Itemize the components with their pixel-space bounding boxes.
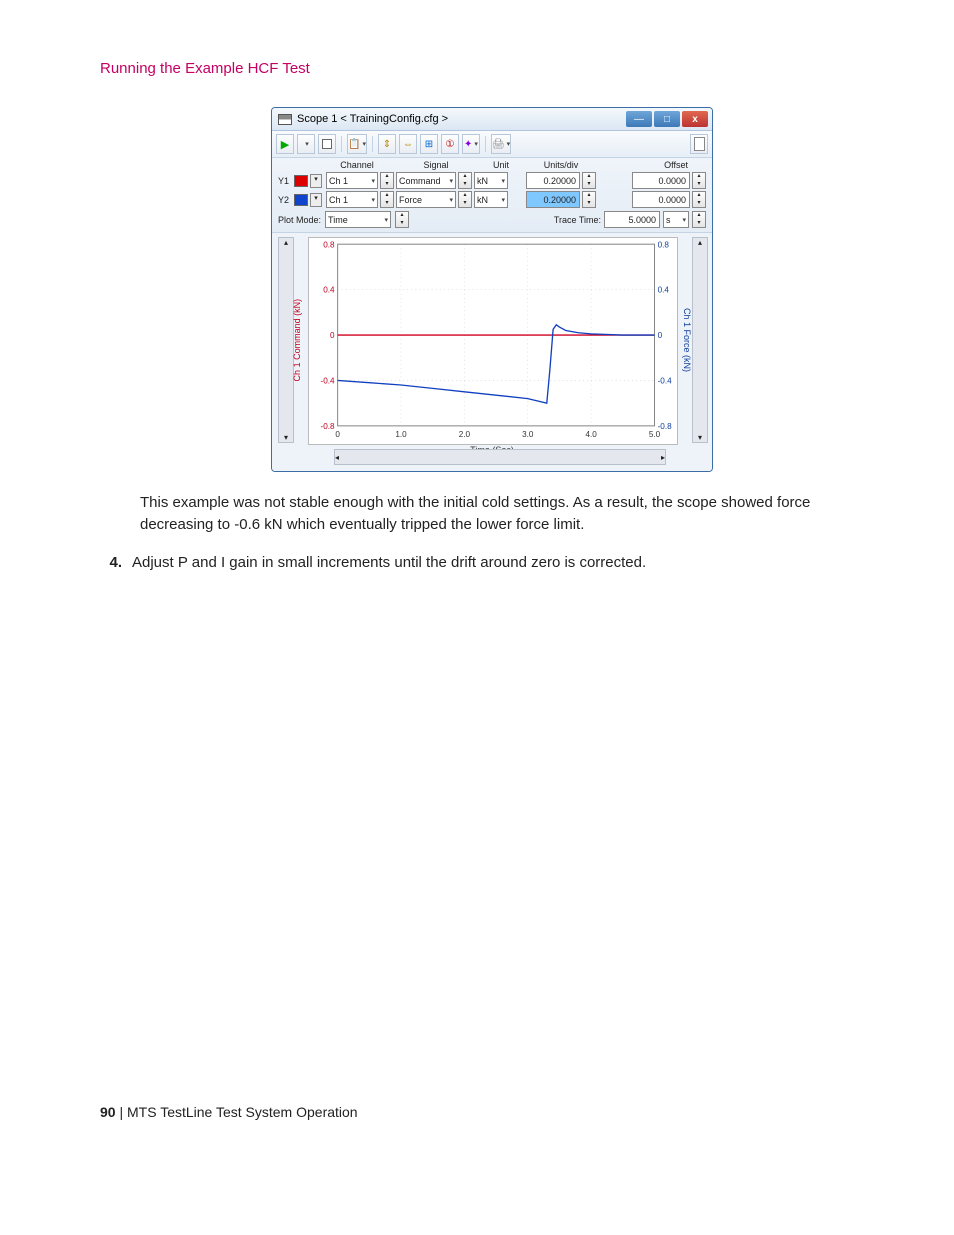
step-4-number: 4. (100, 554, 122, 571)
svg-text:0.8: 0.8 (658, 240, 670, 249)
minimize-button[interactable]: — (626, 111, 652, 127)
y1-offset-spinner[interactable]: ▴▾ (692, 172, 706, 189)
cursor-dropdown[interactable]: ✦ (462, 134, 480, 154)
svg-text:0: 0 (335, 430, 340, 439)
svg-text:3.0: 3.0 (522, 430, 534, 439)
plotmode-select[interactable]: Time (325, 211, 391, 228)
hdr-unitsdiv: Units/div (526, 160, 596, 170)
zoom-reset-icon[interactable]: ① (441, 134, 459, 154)
y2-signal-select[interactable]: Force (396, 191, 456, 208)
section-header: Running the Example HCF Test (100, 60, 884, 77)
y2-unitsdiv-spinner[interactable]: ▴▾ (582, 191, 596, 208)
step-4-text: Adjust P and I gain in small increments … (132, 554, 646, 571)
svg-text:5.0: 5.0 (649, 430, 661, 439)
y2-channel-select[interactable]: Ch 1 (326, 191, 378, 208)
svg-text:4.0: 4.0 (585, 430, 597, 439)
zoom-x-icon[interactable]: ⇔ (399, 134, 417, 154)
y1-color-dropdown[interactable]: ▾ (310, 174, 322, 188)
hdr-offset: Offset (596, 160, 706, 170)
stop-button[interactable] (318, 134, 336, 154)
hdr-channel: Channel (318, 160, 396, 170)
plotmode-label: Plot Mode: (278, 215, 321, 225)
right-vscroll[interactable]: ▴▾ (692, 237, 708, 443)
svg-text:2.0: 2.0 (459, 430, 471, 439)
y2-signal-spinner[interactable]: ▴▾ (458, 191, 472, 208)
paragraph-1: This example was not stable enough with … (140, 492, 884, 536)
tracetime-unit-select[interactable]: s (663, 211, 689, 228)
tracetime-input[interactable]: 5.0000 (604, 211, 660, 228)
footer-title: MTS TestLine Test System Operation (127, 1104, 358, 1120)
config-panel: Channel Signal Unit Units/div Offset Y1 … (272, 158, 712, 233)
zoom-y-icon[interactable]: ⇕ (378, 134, 396, 154)
scope-window: Scope 1 < TrainingConfig.cfg > — □ x ▶ 📋… (271, 107, 713, 472)
clipboard-button[interactable] (690, 134, 708, 154)
plotmode-row: Plot Mode: Time ▴▾ Trace Time: 5.0000 s … (278, 211, 706, 228)
y1-channel-select[interactable]: Ch 1 (326, 172, 378, 189)
plotmode-spinner[interactable]: ▴▾ (395, 211, 409, 228)
y1-offset-input[interactable]: 0.0000 (632, 172, 690, 189)
y1-color-swatch[interactable] (294, 175, 308, 187)
y2-offset-input[interactable]: 0.0000 (632, 191, 690, 208)
plot-area: ▴▾ Ch 1 Command (kN) -0.8-0.8-0.4-0.4000… (272, 233, 712, 471)
chart: -0.8-0.8-0.4-0.4000.40.40.80.801.02.03.0… (308, 237, 676, 443)
svg-text:-0.8: -0.8 (320, 422, 335, 431)
svg-text:0.4: 0.4 (658, 286, 670, 295)
svg-text:1.0: 1.0 (395, 430, 407, 439)
y2-offset-spinner[interactable]: ▴▾ (692, 191, 706, 208)
close-button[interactable]: x (682, 111, 708, 127)
snapshot-dropdown[interactable]: 📋 (347, 134, 367, 154)
toolbar: ▶ 📋 ⇕ ⇔ ⊞ ① ✦ 🖨 (272, 131, 712, 158)
window-controls: — □ x (624, 111, 708, 127)
y-axis-right-label: Ch 1 Force (kN) (676, 237, 692, 443)
y1-unit-select[interactable]: kN (474, 172, 508, 189)
y-axis-left-label: Ch 1 Command (kN) (292, 237, 308, 443)
y1-signal-select[interactable]: Command (396, 172, 456, 189)
svg-text:-0.4: -0.4 (320, 377, 335, 386)
hdr-unit: Unit (476, 160, 526, 170)
y1-label: Y1 (278, 176, 292, 186)
bottom-hscroll[interactable]: ◂▸ (334, 449, 666, 465)
page-footer: 90 | MTS TestLine Test System Operation (100, 1104, 358, 1120)
play-button[interactable]: ▶ (276, 134, 294, 154)
autoscale-icon[interactable]: ⊞ (420, 134, 438, 154)
y2-unit-select[interactable]: kN (474, 191, 508, 208)
maximize-button[interactable]: □ (654, 111, 680, 127)
y1-unitsdiv-input[interactable]: 0.20000 (526, 172, 580, 189)
config-row-y1: Y1 ▾ Ch 1 ▴▾ Command ▴▾ kN 0.20000 ▴▾ 0.… (278, 172, 706, 189)
svg-text:0.8: 0.8 (323, 240, 335, 249)
titlebar: Scope 1 < TrainingConfig.cfg > — □ x (272, 108, 712, 131)
tracetime-label: Trace Time: (554, 215, 601, 225)
page-number: 90 (100, 1104, 116, 1120)
y1-unitsdiv-spinner[interactable]: ▴▾ (582, 172, 596, 189)
hdr-signal: Signal (396, 160, 476, 170)
y2-channel-spinner[interactable]: ▴▾ (380, 191, 394, 208)
svg-text:0.4: 0.4 (323, 286, 335, 295)
svg-text:0: 0 (658, 331, 663, 340)
scope-screenshot: Scope 1 < TrainingConfig.cfg > — □ x ▶ 📋… (100, 107, 884, 472)
window-title: Scope 1 < TrainingConfig.cfg > (297, 113, 448, 125)
step-4: 4. Adjust P and I gain in small incremen… (100, 554, 884, 571)
y2-color-dropdown[interactable]: ▾ (310, 193, 322, 207)
y1-signal-spinner[interactable]: ▴▾ (458, 172, 472, 189)
svg-text:-0.4: -0.4 (658, 377, 673, 386)
app-icon (278, 114, 292, 125)
config-row-y2: Y2 ▾ Ch 1 ▴▾ Force ▴▾ kN 0.20000 ▴▾ 0.00… (278, 191, 706, 208)
svg-text:0: 0 (330, 331, 335, 340)
y2-color-swatch[interactable] (294, 194, 308, 206)
y2-unitsdiv-input[interactable]: 0.20000 (526, 191, 580, 208)
print-dropdown[interactable]: 🖨 (491, 134, 511, 154)
y2-label: Y2 (278, 195, 292, 205)
y1-channel-spinner[interactable]: ▴▾ (380, 172, 394, 189)
play-dropdown[interactable] (297, 134, 315, 154)
tracetime-spinner[interactable]: ▴▾ (692, 211, 706, 228)
